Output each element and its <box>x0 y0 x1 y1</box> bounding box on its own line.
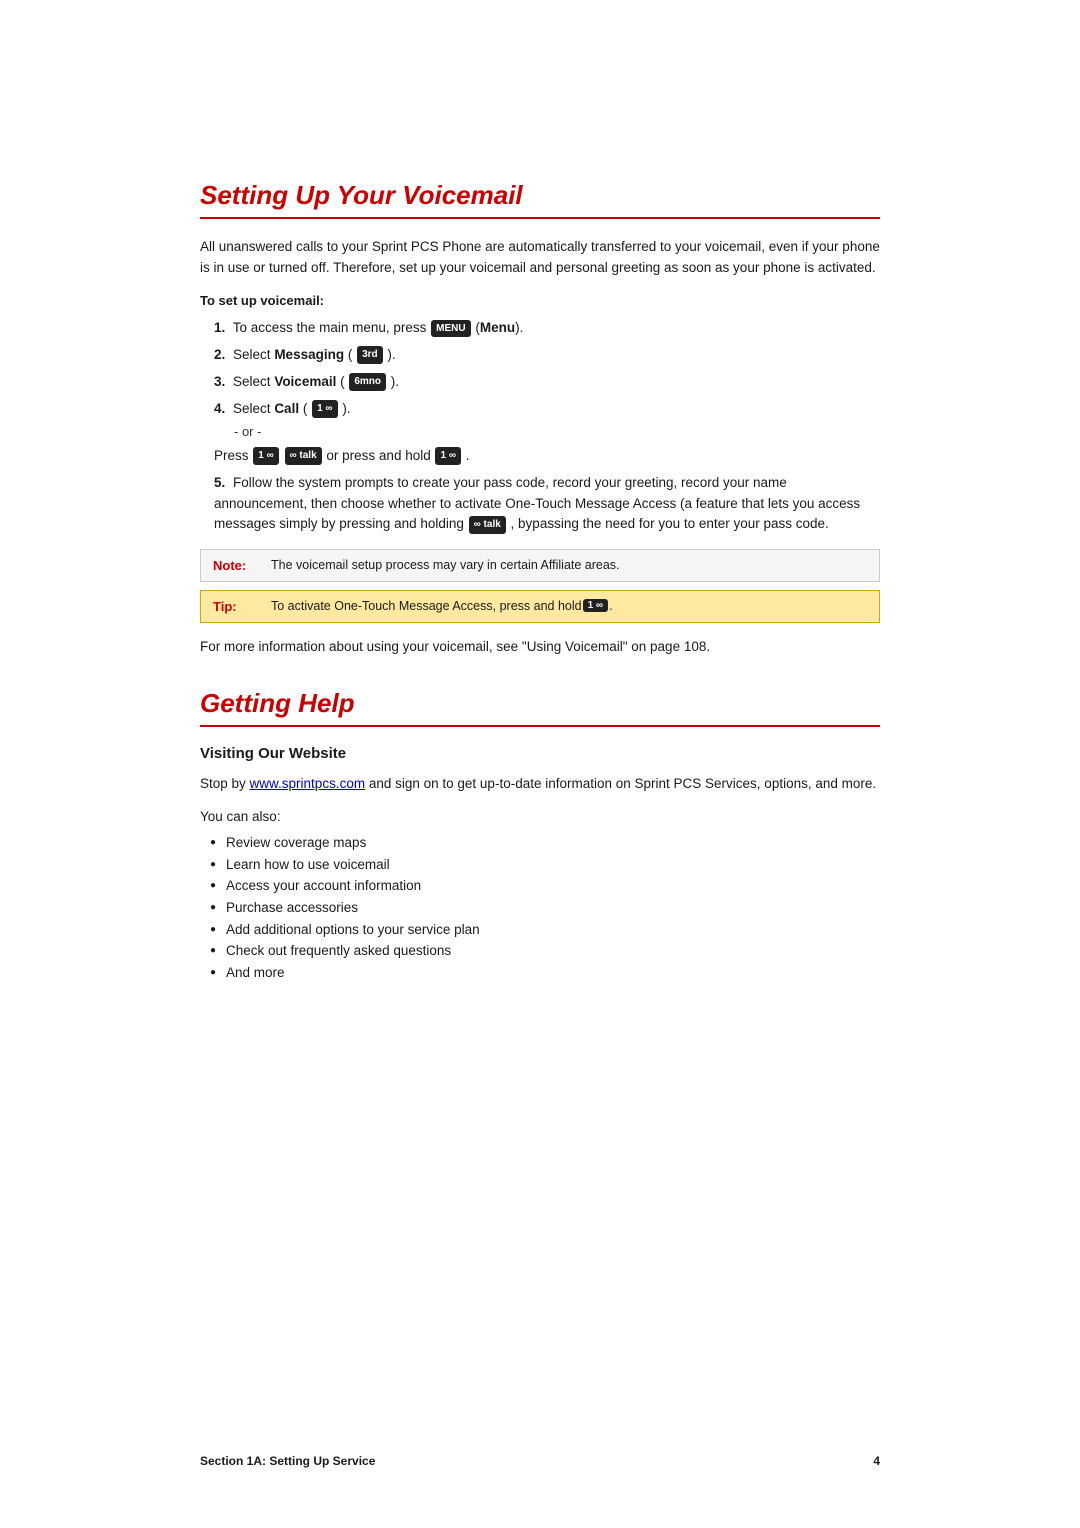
bullet-item-7: And more <box>210 962 880 984</box>
step-5-number: 5. <box>214 475 225 490</box>
note-box: Note: The voicemail setup process may va… <box>200 549 880 582</box>
bullet-item-1: Review coverage maps <box>210 832 880 854</box>
step-4-number: 4. <box>214 401 225 416</box>
steps-list: 1. To access the main menu, press MENU (… <box>210 318 880 536</box>
step-2-suffix: ). <box>387 347 395 362</box>
tip-suffix: . <box>609 599 612 613</box>
step-5: 5. Follow the system prompts to create y… <box>210 473 880 536</box>
section2-title: Getting Help <box>200 688 880 727</box>
subsection-title: Visiting Our Website <box>200 745 880 762</box>
press-period: . <box>466 448 470 463</box>
step-4-text: Select Call ( <box>233 401 311 416</box>
step-4-suffix: ). <box>342 401 350 416</box>
step-1-number: 1. <box>214 320 225 335</box>
step-3-number: 3. <box>214 374 225 389</box>
press-key-1: 1 ∞ <box>253 447 278 465</box>
tip-text: To activate One-Touch Message Access, pr… <box>271 599 582 613</box>
website-text-after: and sign on to get up-to-date informatio… <box>369 776 876 791</box>
press-key-talk: ∞ talk <box>285 447 322 465</box>
tip-key-badge: 1 ∞ <box>583 599 608 612</box>
press-key-hold: 1 ∞ <box>435 447 460 465</box>
step-2: 2. Select Messaging ( 3rd ). <box>210 345 880 366</box>
step-3-text: Select Voicemail ( <box>233 374 348 389</box>
you-can-also-text: You can also: <box>200 809 880 824</box>
bullet-item-4: Purchase accessories <box>210 897 880 919</box>
voicemail-key-badge: 6mno <box>349 373 386 391</box>
website-paragraph: Stop by www.sprintpcs.com and sign on to… <box>200 774 880 795</box>
website-text-before: Stop by <box>200 776 246 791</box>
more-info-text: For more information about using your vo… <box>200 637 880 658</box>
bullet-item-5: Add additional options to your service p… <box>210 919 880 941</box>
step-5-suffix: , bypassing the need for you to enter yo… <box>511 516 829 531</box>
step-1-menu-label: (Menu). <box>475 320 523 335</box>
footer-page-number: 4 <box>873 1454 880 1468</box>
instruction-label: To set up voicemail: <box>200 293 880 308</box>
bullet-item-2: Learn how to use voicemail <box>210 854 880 876</box>
tip-label: Tip: <box>213 599 261 614</box>
step-2-number: 2. <box>214 347 225 362</box>
messaging-key-badge: 3rd <box>357 346 383 364</box>
section1-intro: All unanswered calls to your Sprint PCS … <box>200 237 880 279</box>
website-link[interactable]: www.sprintpcs.com <box>250 776 366 791</box>
or-line: - or - <box>234 422 880 442</box>
step-4: 4. Select Call ( 1 ∞ ). - or - Press 1 ∞… <box>210 399 880 467</box>
press-text: Press <box>214 448 252 463</box>
menu-key-badge: MENU <box>431 320 470 338</box>
press-line: Press 1 ∞ ∞ talk or press and hold 1 ∞ . <box>214 446 880 467</box>
call-key-badge: 1 ∞ <box>312 400 337 418</box>
tip-box: Tip: To activate One-Touch Message Acces… <box>200 590 880 623</box>
step-1-text: To access the main menu, press <box>233 320 430 335</box>
step-2-text: Select Messaging ( <box>233 347 356 362</box>
bullet-item-3: Access your account information <box>210 875 880 897</box>
step-1: 1. To access the main menu, press MENU (… <box>210 318 880 339</box>
bullet-list: Review coverage maps Learn how to use vo… <box>210 832 880 983</box>
footer-section-label: Section 1A: Setting Up Service <box>200 1454 375 1468</box>
step-3-suffix: ). <box>391 374 399 389</box>
step-3: 3. Select Voicemail ( 6mno ). <box>210 372 880 393</box>
note-label: Note: <box>213 558 261 573</box>
note-text: The voicemail setup process may vary in … <box>271 558 620 572</box>
press-middle-text: or press and hold <box>326 448 434 463</box>
section1-title: Setting Up Your Voicemail <box>200 180 880 219</box>
bullet-item-6: Check out frequently asked questions <box>210 940 880 962</box>
page-container: Setting Up Your Voicemail All unanswered… <box>0 0 1080 1528</box>
step5-key-badge: ∞ talk <box>469 516 506 534</box>
page-footer: Section 1A: Setting Up Service 4 <box>200 1454 880 1468</box>
